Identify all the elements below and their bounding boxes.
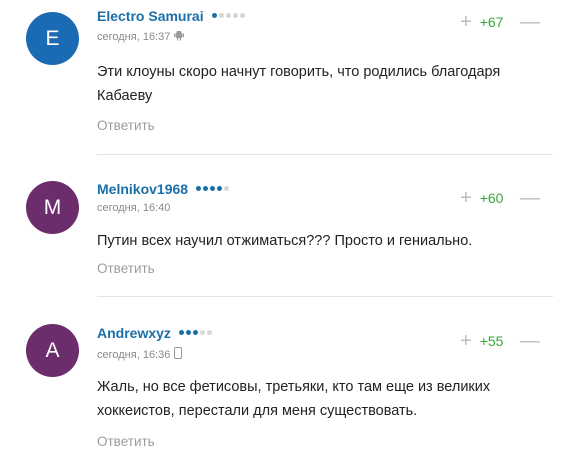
author-name[interactable]: Electro Samurai (97, 8, 245, 24)
reply-button[interactable]: Ответить (97, 434, 155, 449)
mobile-phone-icon (174, 347, 183, 362)
avatar[interactable]: A (26, 324, 79, 377)
downvote-button[interactable]: — (520, 12, 540, 32)
rank-dots (195, 185, 229, 191)
comment-text: Эти клоуны скоро начнут говорить, что ро… (97, 64, 501, 104)
divider (97, 154, 553, 155)
upvote-button[interactable]: + (460, 12, 472, 32)
reply-button[interactable]: Ответить (97, 118, 155, 133)
upvote-button[interactable]: + (460, 331, 472, 351)
timestamp: сегодня, 16:36 (97, 348, 171, 361)
android-icon (174, 30, 185, 44)
comment-text: Жаль, но все фетисовы, третьяки, кто там… (97, 379, 491, 419)
vote-controls: + +55 — (460, 331, 540, 351)
author-name[interactable]: Andrewxyz (97, 325, 212, 341)
downvote-button[interactable]: — (520, 331, 540, 351)
comment-meta: сегодня, 16:40 (97, 202, 170, 214)
divider (97, 296, 553, 297)
comment-meta: сегодня, 16:37 (97, 30, 185, 44)
rank-dots (178, 329, 212, 335)
comment-text: Путин всех научил отжиматься??? Просто и… (97, 233, 473, 249)
vote-controls: + +60 — (460, 188, 540, 208)
score: +67 (479, 14, 504, 30)
avatar[interactable]: E (26, 12, 79, 65)
timestamp: сегодня, 16:40 (97, 202, 171, 214)
author-name[interactable]: Melnikov1968 (97, 181, 229, 197)
comment-meta: сегодня, 16:36 (97, 347, 183, 362)
downvote-button[interactable]: — (520, 188, 540, 208)
upvote-button[interactable]: + (460, 188, 472, 208)
vote-controls: + +67 — (460, 12, 540, 32)
reply-button[interactable]: Ответить (97, 261, 155, 276)
score: +60 (479, 190, 504, 206)
score: +55 (479, 333, 504, 349)
avatar[interactable]: M (26, 181, 79, 234)
timestamp: сегодня, 16:37 (97, 31, 171, 43)
rank-dots (211, 12, 245, 18)
